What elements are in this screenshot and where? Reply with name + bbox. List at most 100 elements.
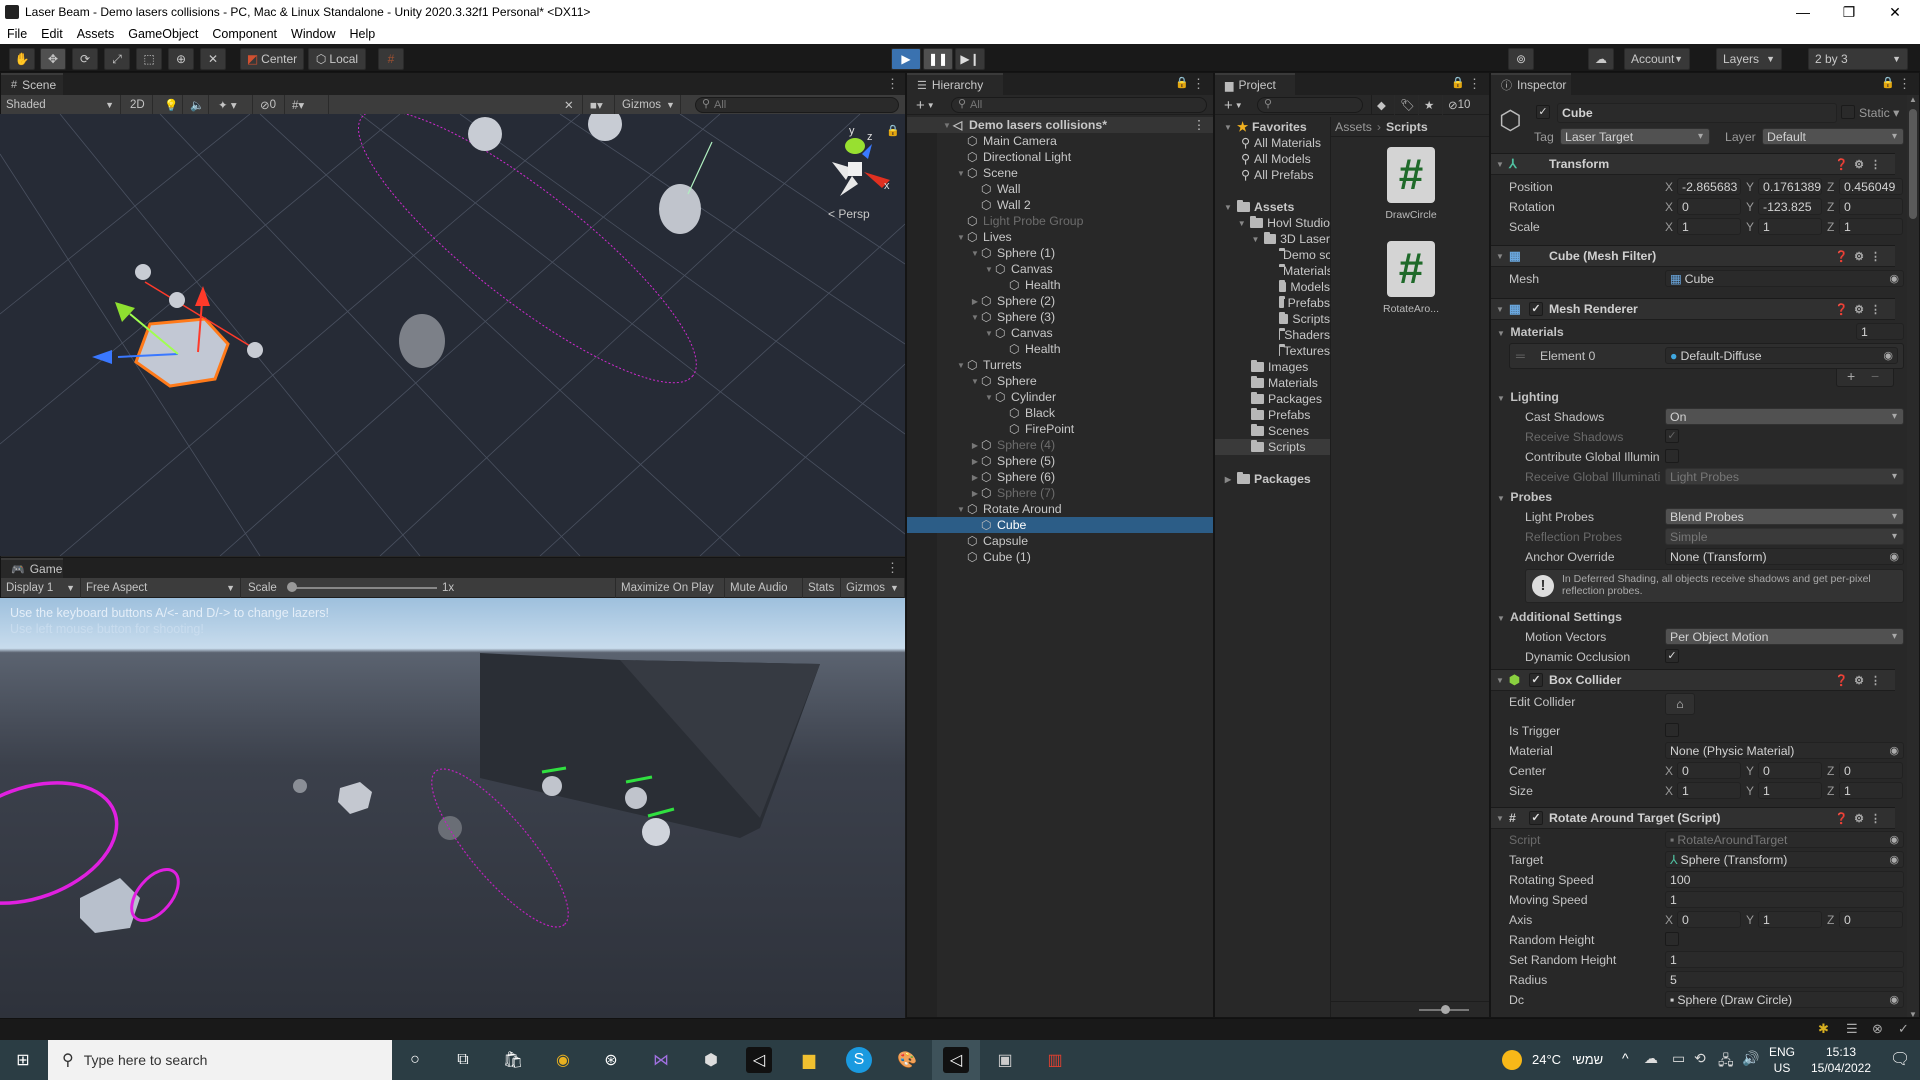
expand-arrow-icon[interactable]: ▶ <box>1219 475 1237 484</box>
gizmo-z-arrow[interactable] <box>92 350 112 364</box>
filter-type-button[interactable]: ◆ <box>1371 95 1395 115</box>
clock[interactable]: 15:13 15/04/2022 <box>1806 1044 1876 1076</box>
project-folder-item[interactable]: Packages <box>1215 391 1330 407</box>
layout-dropdown[interactable]: 2 by 3 ▼ <box>1808 48 1908 70</box>
bug-report-icon[interactable]: ✱ <box>1818 1021 1829 1037</box>
collapse-arrow-icon[interactable]: ▼ <box>1491 305 1509 314</box>
hierarchy-item[interactable]: ⬡ Directional Light <box>907 149 1213 165</box>
transform-tool-button[interactable]: ⊕ <box>168 48 194 70</box>
size-y-axis-label[interactable]: Y <box>1746 784 1754 798</box>
axis-x-axis-label[interactable]: X <box>1665 913 1673 927</box>
static-dropdown[interactable]: Static ▾ <box>1859 106 1899 120</box>
favorite-item[interactable]: ⚲ All Prefabs <box>1241 167 1313 183</box>
scale-slider-thumb[interactable] <box>287 582 297 592</box>
move-tool-button[interactable]: ✥ <box>40 48 66 70</box>
rotating-speed-field[interactable]: 100 <box>1665 871 1904 888</box>
taskbar-app-unity-active[interactable]: ◁ <box>932 1040 980 1080</box>
script-enabled-checkbox[interactable]: ✓ <box>1529 811 1543 825</box>
favorite-item[interactable]: ⚲ All Models <box>1241 151 1311 167</box>
menu-component[interactable]: Component <box>205 27 284 41</box>
expand-arrow-icon[interactable]: ▶ <box>969 489 981 498</box>
rotation-x-field[interactable]: 0 <box>1677 198 1741 215</box>
pivot-center-button[interactable]: ◩ Center <box>240 48 304 70</box>
hierarchy-item[interactable]: ▶ ⬡ Sphere (6) <box>907 469 1213 485</box>
scale-slider-track[interactable] <box>291 587 437 589</box>
size-y-field[interactable]: 1 <box>1758 782 1822 799</box>
size-z-axis-label[interactable]: Z <box>1827 784 1834 798</box>
project-folder-item[interactable]: Textures <box>1215 343 1330 359</box>
expand-arrow-icon[interactable]: ▼ <box>969 313 981 322</box>
maximize-on-play-toggle[interactable]: Maximize On Play <box>615 578 725 598</box>
light-probes-dropdown[interactable]: Blend Probes <box>1665 508 1904 525</box>
handle-sphere[interactable] <box>169 292 185 308</box>
notifications-icon[interactable]: 🗨 <box>1890 1049 1910 1069</box>
project-folder-item[interactable]: Materials <box>1215 263 1330 279</box>
asset-tile[interactable]: # DrawCircle <box>1373 147 1449 237</box>
expand-arrow-icon[interactable]: ▶ <box>969 297 981 306</box>
expand-arrow-icon[interactable]: ▶ <box>969 441 981 450</box>
mesh-renderer-header[interactable]: ▼ ▦ ✓ Mesh Renderer ❓⚙⋮ <box>1491 298 1895 320</box>
object-picker-icon[interactable]: ◉ <box>1889 272 1899 285</box>
hierarchy-item[interactable]: ▼ ⬡ Sphere <box>907 373 1213 389</box>
collapse-arrow-icon[interactable]: ▼ <box>1491 814 1509 823</box>
scrollbar-thumb[interactable] <box>1909 109 1917 219</box>
hierarchy-item[interactable]: ▼ ⬡ Sphere (3) <box>907 309 1213 325</box>
project-folder-item[interactable]: Prefabs <box>1215 407 1330 423</box>
lighting-toggle[interactable]: 💡 <box>159 95 183 115</box>
progress-check-icon[interactable]: ✓ <box>1898 1021 1909 1037</box>
expand-arrow-icon[interactable]: ▼ <box>955 233 967 242</box>
object-picker-icon[interactable]: ◉ <box>1889 993 1899 1006</box>
object-picker-icon[interactable]: ◉ <box>1889 853 1899 866</box>
tab-inspector[interactable]: ⓘ Inspector <box>1491 73 1571 95</box>
transform-header[interactable]: ▼ ⅄ Transform ❓⚙⋮ <box>1491 153 1895 175</box>
2d-toggle[interactable]: 2D <box>125 95 153 115</box>
taskbar-app-chrome[interactable]: ◉ <box>550 1047 576 1073</box>
expand-arrow-icon[interactable]: ▼ <box>969 377 981 386</box>
project-folder-item[interactable]: ▼ Hovl Studio <box>1215 215 1330 231</box>
mesh-filter-header[interactable]: ▼ ▦ Cube (Mesh Filter) ❓⚙⋮ <box>1491 245 1895 267</box>
collapse-arrow-icon[interactable]: ▼ <box>1495 494 1507 503</box>
project-folder-item[interactable]: Scripts <box>1215 439 1330 455</box>
gizmo-y-arrow[interactable] <box>115 302 135 322</box>
lighting-foldout[interactable]: ▼ Lighting <box>1495 390 1559 404</box>
hierarchy-item[interactable]: ▶ ⬡ Sphere (4) <box>907 437 1213 453</box>
taskbar-app-file-explorer[interactable]: ▆ <box>796 1047 822 1073</box>
hierarchy-item[interactable]: ▶ ⬡ Sphere (5) <box>907 453 1213 469</box>
object-picker-icon[interactable]: ◉ <box>1883 349 1893 362</box>
lock-icon[interactable]: 🔒 <box>1451 76 1465 89</box>
project-folder-item[interactable]: Shaders <box>1215 327 1330 343</box>
more-options-icon[interactable]: ⋮ <box>1468 76 1481 92</box>
mute-audio-toggle[interactable]: Mute Audio <box>725 578 803 598</box>
maximize-button[interactable]: ❐ <box>1826 0 1872 24</box>
taskbar-search-box[interactable]: ⚲ Type here to search <box>48 1040 392 1080</box>
menu-assets[interactable]: Assets <box>70 27 122 41</box>
hierarchy-item[interactable]: ▼ ⬡ Rotate Around <box>907 501 1213 517</box>
filter-label-button[interactable]: 🏷 <box>1395 95 1419 115</box>
tools-toggle[interactable]: ✕ <box>559 95 583 115</box>
hierarchy-item[interactable]: ⬡ FirePoint <box>907 421 1213 437</box>
hierarchy-item[interactable]: ▼ ⬡ Lives <box>907 229 1213 245</box>
scale-z-axis-label[interactable]: Z <box>1827 220 1834 234</box>
scale-y-field[interactable]: 1 <box>1758 218 1822 235</box>
rotation-x-axis-label[interactable]: X <box>1665 200 1673 214</box>
rotate-script-header[interactable]: ▼ # ✓ Rotate Around Target (Script) ❓⚙⋮ <box>1491 807 1895 829</box>
collapse-arrow-icon[interactable]: ▼ <box>1491 160 1509 169</box>
taskbar-app-paint[interactable]: 🎨 <box>894 1047 920 1073</box>
breadcrumb-scripts[interactable]: Scripts <box>1386 120 1428 134</box>
project-folder-item[interactable]: Materials <box>1215 375 1330 391</box>
hidden-objects-toggle[interactable]: ⊘ 0 <box>255 95 285 115</box>
center-x-axis-label[interactable]: X <box>1665 764 1673 778</box>
project-folder-item[interactable]: ▼ 3D Laser <box>1215 231 1330 247</box>
stats-toggle[interactable]: Stats <box>803 578 841 598</box>
more-options-icon[interactable]: ⋮ <box>1192 76 1205 92</box>
network-icon[interactable]: 🖧 <box>1718 1050 1734 1074</box>
cast-shadows-dropdown[interactable]: On <box>1665 408 1904 425</box>
taskbar-app-other[interactable]: ▥ <box>1042 1047 1068 1073</box>
create-dropdown[interactable]: + ▼ <box>911 95 941 115</box>
reflection-probes-dropdown[interactable]: Simple <box>1665 528 1904 545</box>
rotation-z-axis-label[interactable]: Z <box>1827 200 1834 214</box>
pause-button[interactable]: ❚❚ <box>923 48 953 70</box>
box-collider-enabled-checkbox[interactable]: ✓ <box>1529 673 1543 687</box>
tab-game[interactable]: 🎮 Game <box>1 558 63 578</box>
taskbar-app-unity-hub[interactable]: ⬢ <box>698 1047 724 1073</box>
